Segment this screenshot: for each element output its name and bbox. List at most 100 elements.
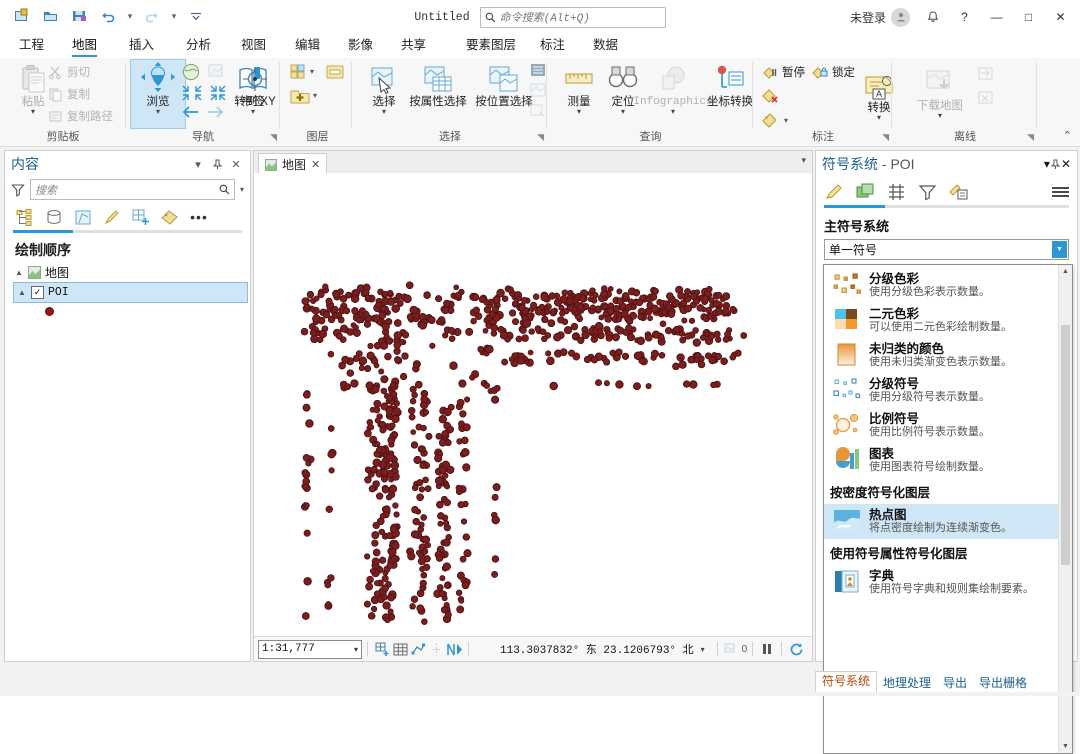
remove-replica-button[interactable] [977,90,995,106]
help-button[interactable]: ? [949,2,980,32]
save-project-icon[interactable] [66,4,92,28]
menu-icon[interactable] [1052,186,1069,197]
go-to-xy-button[interactable]: 转到 XY [228,60,282,126]
contents-search-input[interactable]: 搜索 [30,179,235,200]
attribute-table-button[interactable] [529,62,547,78]
add-preset-button[interactable] [289,63,309,81]
properties-icon[interactable] [855,181,876,202]
tab-analysis[interactable]: 分析 [177,34,220,58]
tab-feature-layer[interactable]: 要素图层 [458,34,524,58]
add-data-dropdown-icon[interactable]: ▾ [313,91,317,100]
grid-icon[interactable] [391,640,409,658]
download-map-dropdown-icon[interactable]: ▾ [938,112,942,120]
layer-visibility-checkbox[interactable]: ✓ [31,286,44,299]
lock-labeling-button[interactable]: 锁定 [812,64,855,80]
tab-insert[interactable]: 插入 [120,34,163,58]
map-canvas[interactable] [254,173,812,637]
notifications-button[interactable] [917,2,948,32]
close-button[interactable]: ✕ [1045,2,1076,32]
list-by-labeling-icon[interactable] [160,207,180,227]
scroll-up-icon[interactable]: ▲ [1059,265,1072,278]
contents-menu-icon[interactable]: ▾ [190,156,206,172]
redo-dropdown-icon[interactable]: ▾ [168,11,180,22]
coordinate-units-dropdown-icon[interactable]: ▾ [701,645,705,654]
undo-dropdown-icon[interactable]: ▾ [124,11,136,22]
sync-replica-button[interactable] [977,66,995,82]
annotate-icon[interactable] [948,181,969,202]
tab-imagery[interactable]: 影像 [339,34,382,58]
dropdown-scrollbar[interactable]: ▲ ▼ [1058,265,1072,753]
paste-dropdown-icon[interactable]: ▾ [31,108,35,116]
filter-icon[interactable] [11,183,25,197]
infographics-button[interactable]: Infographics ▾ [633,60,713,126]
dropdown-item-graduated-colors[interactable]: 分级色彩 使用分级色彩表示数量。 [824,268,1059,303]
insert-grid-icon[interactable] [373,640,391,658]
contents-tree-item-map[interactable]: ▲ 地图 [5,263,250,282]
tab-share[interactable]: 共享 [392,34,435,58]
dropdown-item-unclassed-colors[interactable]: 未归类的颜色 使用未归类渐变色表示数量。 [824,338,1059,373]
tab-map[interactable]: 地图 [63,34,106,58]
add-preset-dropdown-icon[interactable]: ▾ [310,67,314,76]
contents-pin-icon[interactable] [209,156,225,172]
dropdown-item-proportional-symbols[interactable]: 比例符号 使用比例符号表示数量。 [824,408,1059,443]
open-project-icon[interactable] [37,4,63,28]
command-search-input[interactable]: 命令搜索(Alt+Q) [479,6,666,28]
scrollbar-thumb[interactable] [1061,325,1070,565]
tab-data[interactable]: 数据 [585,34,626,58]
basemap-button[interactable] [325,63,345,81]
coordinate-conversion-button[interactable]: 坐标转换 [705,60,755,126]
dock-tab-geoprocessing[interactable]: 地理处理 [877,674,937,692]
expand-arrow-icon[interactable]: ▲ [15,268,24,277]
list-by-snapping-icon[interactable] [131,207,151,227]
list-by-data-source-icon[interactable] [44,207,64,227]
select-by-attribute-button[interactable]: 按属性选择 [405,60,471,126]
navigate-back-button[interactable] [181,104,201,120]
copy-path-button[interactable]: 复制路径 [48,108,113,124]
symbology-close-icon[interactable]: ✕ [1061,157,1071,171]
more-options-icon[interactable]: ••• [189,207,209,227]
locate-dropdown-icon[interactable]: ▾ [621,108,625,116]
list-by-selection-icon[interactable] [73,207,93,227]
tab-project[interactable]: 工程 [10,34,53,58]
edit-vertices-icon[interactable] [427,640,445,658]
infographics-dropdown-icon[interactable]: ▾ [671,108,675,116]
tab-view[interactable]: 视图 [232,34,275,58]
map-scale-dropdown-icon[interactable]: ▾ [354,645,358,654]
expand-arrow-icon[interactable]: ▲ [18,288,27,297]
new-project-icon[interactable] [8,4,34,28]
pause-labeling-button[interactable]: 暂停 [762,64,805,80]
fixed-zoom-in-button[interactable] [206,62,228,82]
tab-labeling[interactable]: 标注 [532,34,573,58]
explore-button[interactable]: 浏览 ▾ [130,59,186,129]
dropdown-item-heat-map[interactable]: 热点图 将点密度绘制为连续渐变色。 [824,504,1059,539]
primary-symbology-select[interactable]: 单一符号 ▼ [824,239,1069,260]
variables-icon[interactable] [886,181,907,202]
measure-dropdown-icon[interactable]: ▾ [577,108,581,116]
layer-symbol-swatch[interactable] [45,307,54,316]
gallery-icon[interactable] [824,181,845,202]
label-style-button[interactable]: ▾ [762,112,788,128]
refresh-icon[interactable] [787,640,805,658]
customize-qat-icon[interactable] [183,4,209,28]
add-data-button[interactable] [289,86,311,106]
labeling-dialog-launcher[interactable]: ◥ [882,132,889,143]
redo-icon[interactable] [139,4,165,28]
full-extent-button[interactable] [180,62,202,82]
undo-icon[interactable] [95,4,121,28]
navigate-forward-button[interactable] [205,104,225,120]
search-icon[interactable] [219,184,230,195]
contents-tree-item-poi[interactable]: ▲ ✓ POI [13,282,248,303]
map-view-tab-overflow-icon[interactable]: ▾ [801,155,806,166]
map-scale-selector[interactable]: 1:31,777 ▾ [258,639,362,659]
map-view-tab-close-icon[interactable]: ✕ [311,158,320,171]
symbology-pin-icon[interactable] [1050,159,1061,170]
north-arrow-icon[interactable] [445,640,463,658]
clear-label-button[interactable] [762,88,780,104]
select-by-location-button[interactable]: 按位置选择 [471,60,537,126]
label-style-dropdown-icon[interactable]: ▾ [784,116,788,125]
explore-dropdown-icon[interactable]: ▾ [156,108,160,116]
clear-selection-button[interactable] [529,102,547,118]
selected-features-icon[interactable] [723,640,741,658]
dock-tab-symbology[interactable]: 符号系统 [815,671,878,692]
list-by-editing-icon[interactable] [102,207,122,227]
